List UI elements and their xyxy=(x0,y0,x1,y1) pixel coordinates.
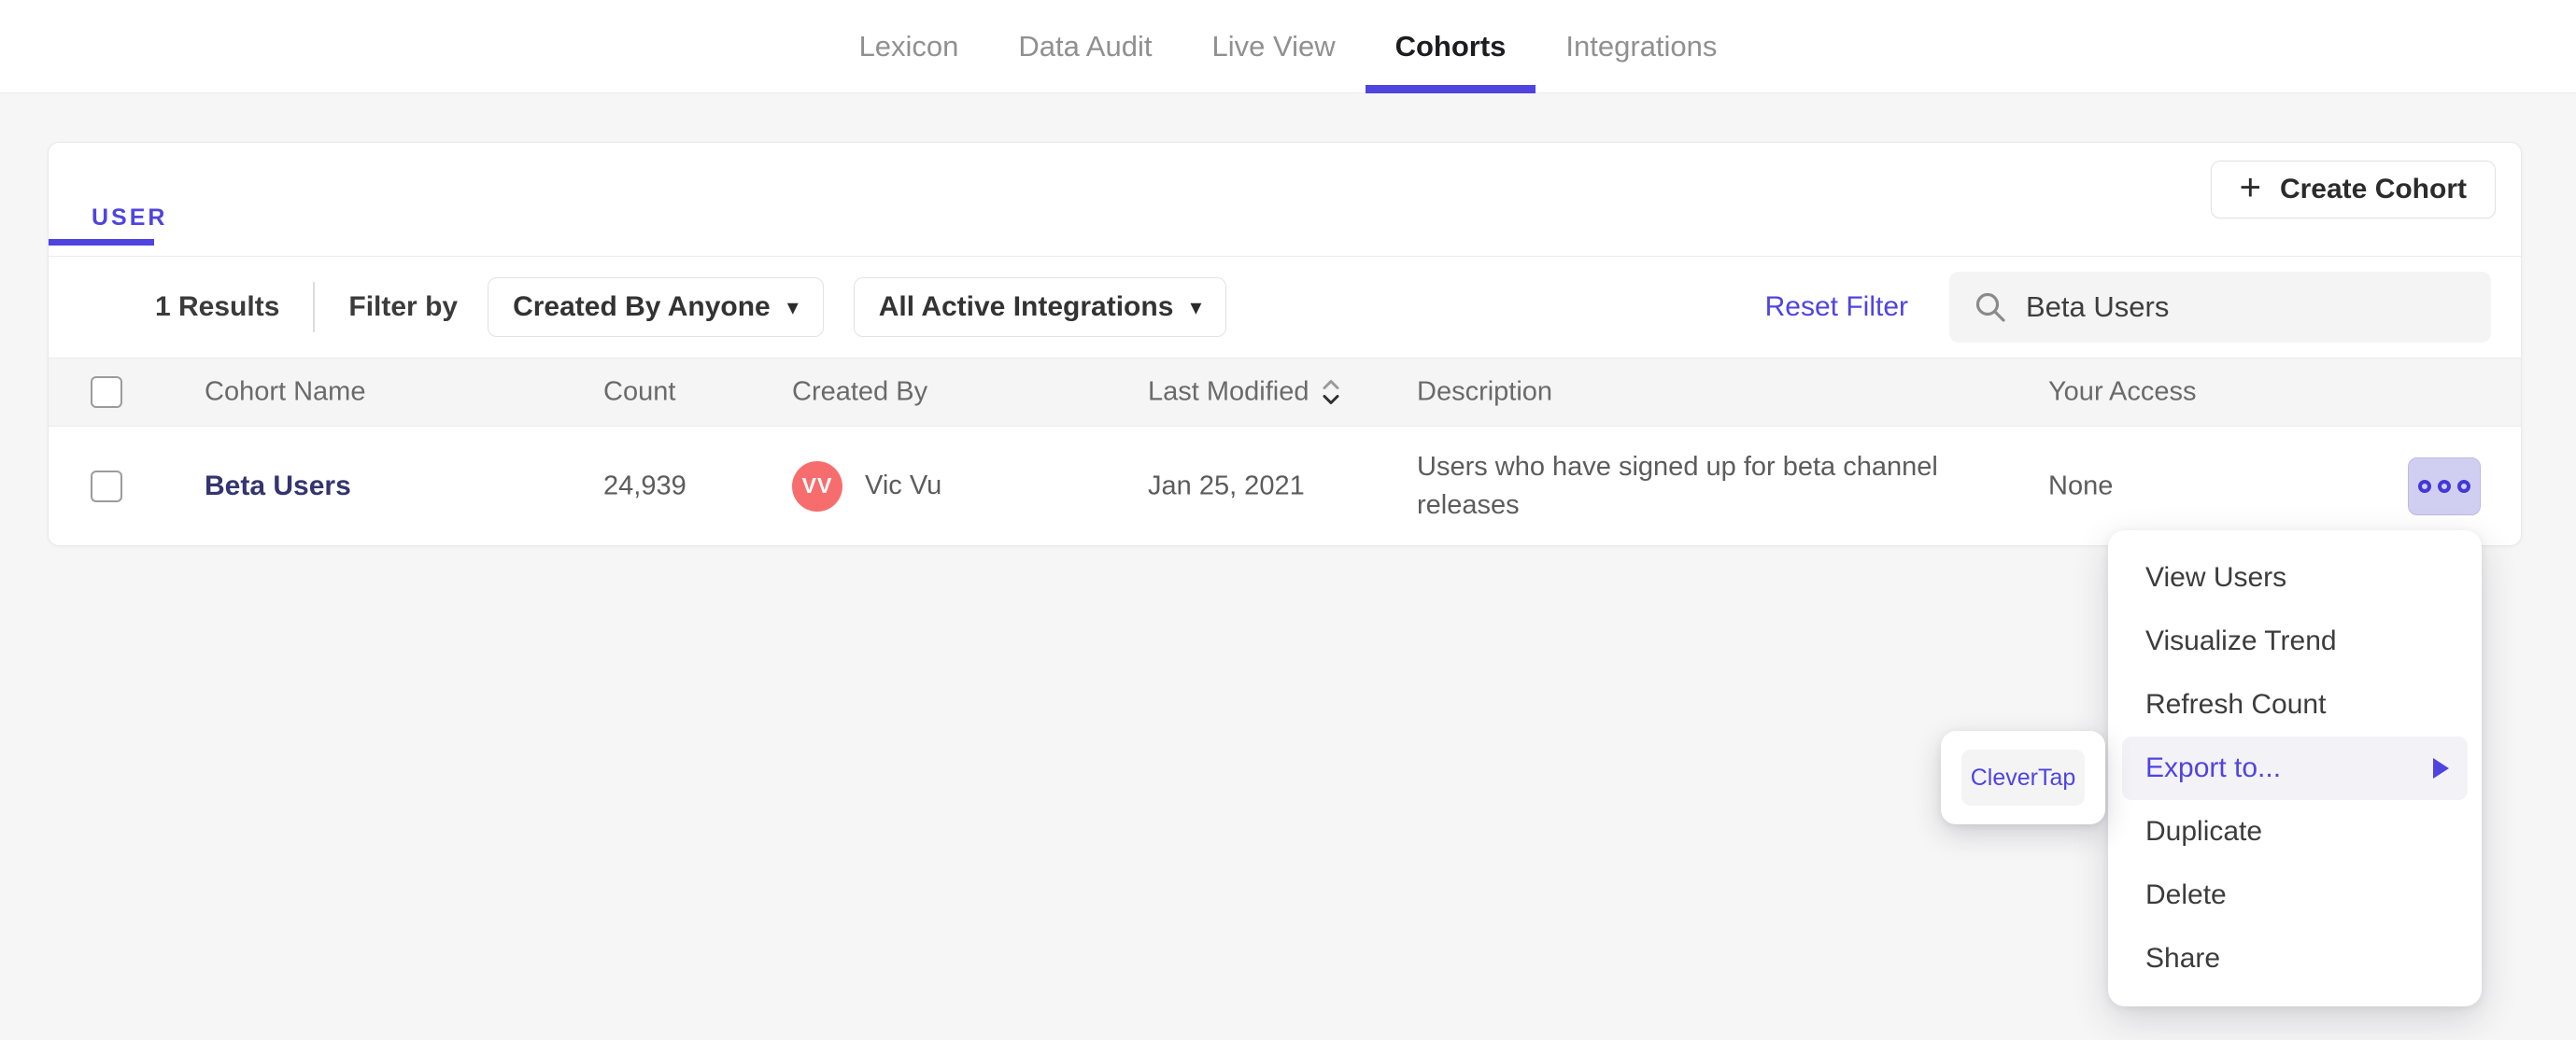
create-cohort-button[interactable]: + Create Cohort xyxy=(2210,161,2496,218)
header-cohort-name: Cohort Name xyxy=(205,376,366,407)
active-integrations-dropdown-value: All Active Integrations xyxy=(878,291,1174,322)
creator-name: Vic Vu xyxy=(865,471,942,500)
plus-icon: + xyxy=(2239,167,2261,208)
description-cell: Users who have signed up for beta channe… xyxy=(1417,451,1938,520)
menu-item-refresh-count[interactable]: Refresh Count xyxy=(2108,673,2482,737)
nav-tab-label: Live View xyxy=(1211,29,1336,63)
menu-item-label: Duplicate xyxy=(2145,816,2263,847)
header-description: Description xyxy=(1417,376,1553,407)
cohort-name-link[interactable]: Beta Users xyxy=(205,471,351,502)
active-tab-underline xyxy=(1365,85,1536,93)
menu-item-export-to[interactable]: Export to... xyxy=(2122,737,2468,800)
user-tab-underline xyxy=(49,239,154,246)
last-modified-cell: Jan 25, 2021 xyxy=(1148,471,1305,500)
access-cell: None xyxy=(2048,471,2114,500)
active-integrations-dropdown[interactable]: All Active Integrations ▾ xyxy=(853,277,1227,337)
top-navigation: Lexicon Data Audit Live View Cohorts Int… xyxy=(0,0,2576,93)
menu-item-share[interactable]: Share xyxy=(2108,927,2482,991)
nav-tab-integrations[interactable]: Integrations xyxy=(1536,0,1747,92)
caret-down-icon: ▾ xyxy=(786,294,799,320)
vertical-divider xyxy=(313,282,316,332)
filter-by-label: Filter by xyxy=(348,291,459,322)
search-icon xyxy=(1975,292,2005,322)
search-input[interactable] xyxy=(2024,289,2470,325)
nav-tab-cohorts[interactable]: Cohorts xyxy=(1365,0,1536,93)
table-row: Beta Users 24,939 VV Vic Vu Jan 25, 2021… xyxy=(49,427,2521,545)
header-created-by: Created By xyxy=(792,376,928,407)
avatar: VV xyxy=(792,460,842,512)
filter-bar: 1 Results Filter by Created By Anyone ▾ … xyxy=(49,257,2521,358)
nav-tab-label: Integrations xyxy=(1565,29,1718,63)
menu-item-label: Refresh Count xyxy=(2145,689,2327,720)
header-count: Count xyxy=(603,376,676,407)
menu-item-visualize-trend[interactable]: Visualize Trend xyxy=(2108,610,2482,673)
tab-user[interactable]: USER xyxy=(92,204,167,232)
nav-tab-label: Cohorts xyxy=(1394,29,1507,63)
search-box[interactable] xyxy=(1949,272,2491,343)
menu-item-label: Export to... xyxy=(2145,752,2282,783)
nav-tab-live-view[interactable]: Live View xyxy=(1182,0,1365,92)
menu-item-view-users[interactable]: View Users xyxy=(2108,546,2482,610)
menu-item-label: Visualize Trend xyxy=(2145,625,2337,656)
menu-item-label: Share xyxy=(2145,943,2221,974)
filter-bar-right: Reset Filter xyxy=(1765,272,2491,343)
sort-icon xyxy=(1323,379,1338,404)
caret-down-icon: ▾ xyxy=(1190,294,1202,320)
more-options-icon xyxy=(2438,479,2451,493)
nav-tab-data-audit[interactable]: Data Audit xyxy=(988,0,1182,92)
row-actions-button[interactable] xyxy=(2408,457,2481,515)
created-by-dropdown[interactable]: Created By Anyone ▾ xyxy=(488,277,824,337)
row-actions-menu: View Users Visualize Trend Refresh Count… xyxy=(2108,530,2482,1006)
header-last-modified-label: Last Modified xyxy=(1148,376,1309,407)
results-count: 1 Results xyxy=(155,291,280,322)
submenu-arrow-icon xyxy=(2433,758,2449,779)
cohort-count: 24,939 xyxy=(603,471,686,500)
nav-tab-label: Lexicon xyxy=(858,29,959,63)
panel-tabs-row: USER + Create Cohort xyxy=(49,143,2521,257)
menu-item-label: Delete xyxy=(2145,879,2227,910)
nav-tab-lexicon[interactable]: Lexicon xyxy=(829,0,989,92)
created-by-dropdown-value: Created By Anyone xyxy=(513,291,771,322)
nav-tab-label: Data Audit xyxy=(1018,29,1153,63)
select-all-checkbox[interactable] xyxy=(91,376,122,408)
menu-item-duplicate[interactable]: Duplicate xyxy=(2108,800,2482,864)
menu-item-label: View Users xyxy=(2145,562,2287,593)
export-submenu: CleverTap xyxy=(1941,731,2105,824)
header-last-modified[interactable]: Last Modified xyxy=(1148,377,1341,408)
row-checkbox[interactable] xyxy=(91,470,122,502)
created-by-cell: VV Vic Vu xyxy=(792,460,942,512)
table-header: Cohort Name Count Created By Last Modifi… xyxy=(49,358,2521,427)
cohorts-panel: USER + Create Cohort 1 Results Filter by… xyxy=(48,142,2522,546)
create-cohort-label: Create Cohort xyxy=(2279,174,2467,204)
submenu-item-clevertap[interactable]: CleverTap xyxy=(1961,750,2085,806)
more-options-icon xyxy=(2457,479,2470,493)
menu-item-delete[interactable]: Delete xyxy=(2108,864,2482,927)
more-options-icon xyxy=(2418,479,2431,493)
header-your-access: Your Access xyxy=(2048,376,2197,407)
reset-filter-link[interactable]: Reset Filter xyxy=(1765,291,1908,323)
